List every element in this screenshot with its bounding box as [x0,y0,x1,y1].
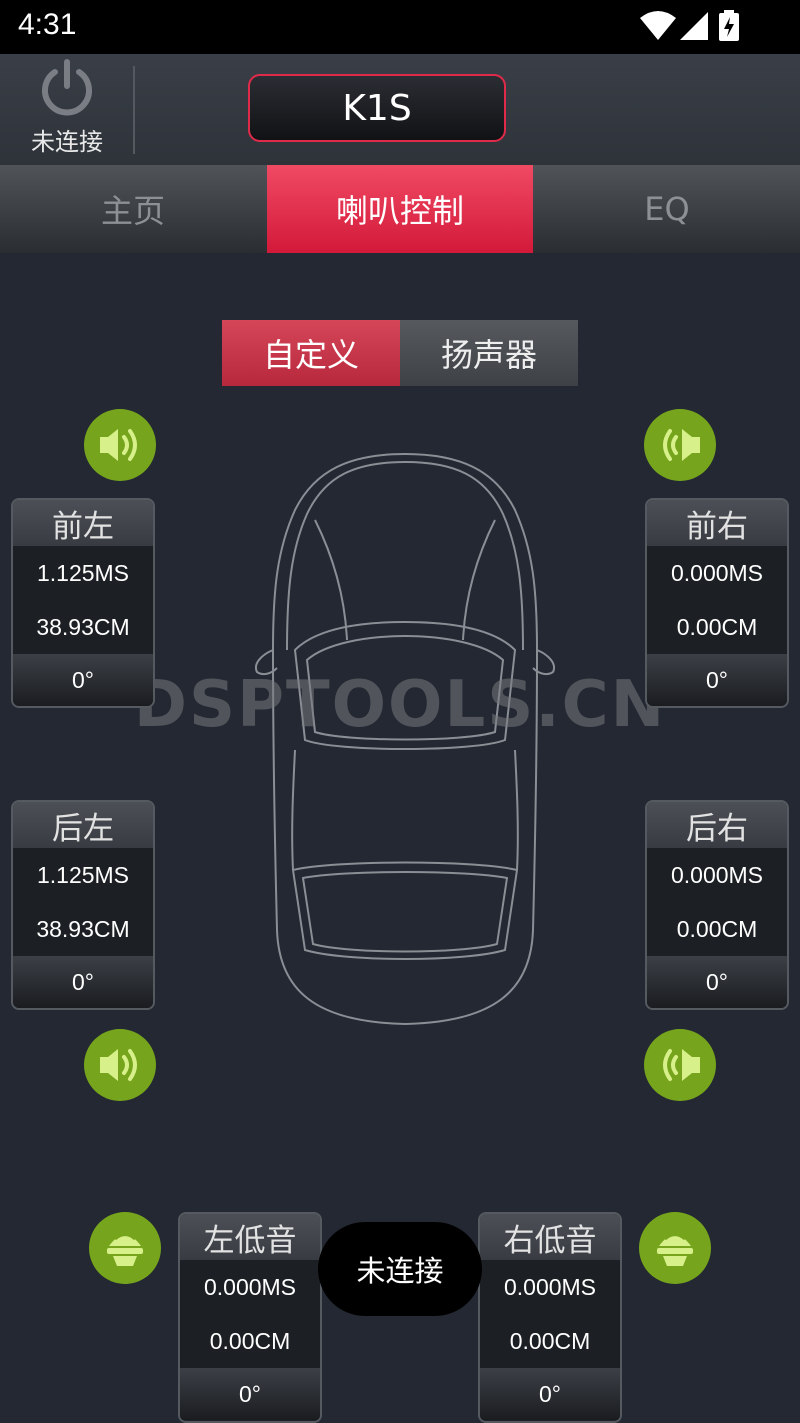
device-name-button[interactable]: K1S [248,74,506,142]
status-time: 4:31 [18,8,77,41]
channel-distance[interactable]: 0.00CM [180,1314,320,1368]
channel-panel-rear-left[interactable]: 后左 1.125MS 38.93CM 0° [11,800,155,1010]
channel-phase[interactable]: 0° [13,956,153,1008]
wifi-icon [640,11,676,40]
channel-panel-sub-right[interactable]: 右低音 0.000MS 0.00CM 0° [478,1212,622,1423]
rear-right-speaker-toggle[interactable] [644,1029,716,1101]
channel-distance[interactable]: 0.00CM [647,902,787,956]
channel-panel-front-right[interactable]: 前右 0.000MS 0.00CM 0° [645,498,789,708]
connection-status-label: 未连接 [31,128,103,156]
channel-name: 前右 [647,500,787,546]
channel-name: 前左 [13,500,153,546]
channel-phase[interactable]: 0° [480,1368,620,1420]
power-icon [42,59,92,116]
channel-name: 后右 [647,802,787,848]
mode-toggle: 自定义 扬声器 [222,320,578,386]
tab-home[interactable]: 主页 [0,165,266,253]
speaker-icon [663,429,700,461]
power-button[interactable]: 未连接 [0,54,134,165]
speaker-icon [100,429,137,461]
channel-distance[interactable]: 0.00CM [480,1314,620,1368]
battery-icon [719,10,739,41]
channel-delay[interactable]: 0.000MS [180,1260,320,1314]
mode-speaker-button[interactable]: 扬声器 [400,320,578,386]
channel-distance[interactable]: 38.93CM [13,600,153,654]
channel-name: 后左 [13,802,153,848]
tab-eq[interactable]: EQ [534,165,800,253]
channel-distance[interactable]: 38.93CM [13,902,153,956]
tab-speaker-control[interactable]: 喇叭控制 [267,165,533,253]
channel-phase[interactable]: 0° [180,1368,320,1420]
channel-panel-rear-right[interactable]: 后右 0.000MS 0.00CM 0° [645,800,789,1010]
front-right-speaker-toggle[interactable] [644,409,716,481]
channel-phase[interactable]: 0° [647,956,787,1008]
channel-delay[interactable]: 0.000MS [480,1260,620,1314]
rear-left-speaker-toggle[interactable] [84,1029,156,1101]
signal-icon [680,12,708,40]
speaker-icon [100,1049,137,1081]
speaker-icon [663,1049,700,1081]
channel-distance[interactable]: 0.00CM [647,600,787,654]
channel-name: 左低音 [180,1214,320,1260]
channel-phase[interactable]: 0° [13,654,153,706]
sub-right-speaker-toggle[interactable] [639,1212,711,1284]
channel-panel-sub-left[interactable]: 左低音 0.000MS 0.00CM 0° [178,1212,322,1423]
toast-message: 未连接 [318,1222,482,1316]
channel-panel-front-left[interactable]: 前左 1.125MS 38.93CM 0° [11,498,155,708]
channel-phase[interactable]: 0° [647,654,787,706]
subwoofer-icon [657,1233,693,1266]
sub-left-speaker-toggle[interactable] [89,1212,161,1284]
subwoofer-icon [107,1233,143,1266]
header-divider [133,66,135,154]
channel-delay[interactable]: 0.000MS [647,848,787,902]
tab-bar: 主页 喇叭控制 EQ [0,165,800,253]
front-left-speaker-toggle[interactable] [84,409,156,481]
channel-delay[interactable]: 0.000MS [647,546,787,600]
channel-delay[interactable]: 1.125MS [13,848,153,902]
mode-custom-button[interactable]: 自定义 [222,320,400,386]
channel-delay[interactable]: 1.125MS [13,546,153,600]
channel-name: 右低音 [480,1214,620,1260]
